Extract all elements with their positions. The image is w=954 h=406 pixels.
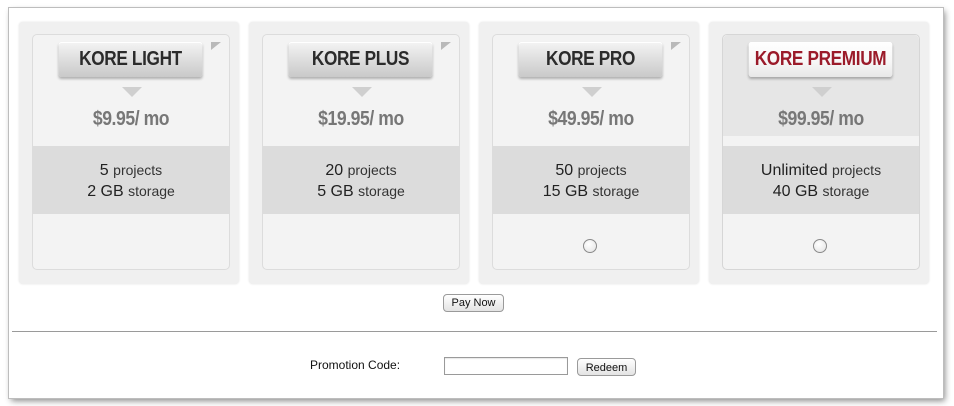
ribbon-fold-icon xyxy=(671,42,681,50)
plan-card-inner: KORE PLUS $19.95/ mo 20 projects 5 GB st… xyxy=(262,34,460,270)
plan-features: 20 projects 5 GB storage xyxy=(263,146,459,214)
down-arrow-icon xyxy=(122,87,142,97)
projects-line: 20 projects xyxy=(263,160,459,181)
storage-line: 15 GB storage xyxy=(493,181,689,202)
ribbon-fold-icon xyxy=(211,42,221,50)
plan-title: KORE PRO xyxy=(518,42,663,77)
storage-amount: 2 GB xyxy=(87,183,124,200)
projects-line: 50 projects xyxy=(493,160,689,181)
redeem-button[interactable]: Redeem xyxy=(577,358,636,376)
plan-features: Unlimited projects 40 GB storage xyxy=(723,146,919,214)
plan-price: $99.95/ mo xyxy=(778,108,864,130)
pay-now-button[interactable]: Pay Now xyxy=(443,294,504,312)
section-divider xyxy=(12,331,937,332)
projects-count: 5 xyxy=(99,162,109,179)
plan-features: 50 projects 15 GB storage xyxy=(493,146,689,214)
down-arrow-icon xyxy=(582,87,602,97)
plan-features: 5 projects 2 GB storage xyxy=(33,146,229,214)
plan-price: $9.95/ mo xyxy=(92,108,170,130)
projects-line: Unlimited projects xyxy=(723,160,919,181)
promotion-code-label: Promotion Code: xyxy=(310,358,401,372)
projects-count: 50 xyxy=(555,162,574,179)
plan-card-inner: KORE PRO $49.95/ mo 50 projects 15 GB st… xyxy=(492,34,690,270)
plan-card-inner: KORE PREMIUM $99.95/ mo Unlimited projec… xyxy=(722,34,920,270)
plan-radio-premium[interactable] xyxy=(813,239,827,253)
ribbon-fold-icon xyxy=(441,42,451,50)
storage-unit: storage xyxy=(128,183,175,199)
storage-line: 2 GB storage xyxy=(33,181,229,202)
plan-title: KORE PREMIUM xyxy=(748,42,893,77)
storage-amount: 5 GB xyxy=(317,183,354,200)
plan-card-inner: KORE LIGHT $9.95/ mo 5 projects 2 GB sto… xyxy=(32,34,230,270)
projects-count: 20 xyxy=(325,162,344,179)
down-arrow-icon xyxy=(352,87,372,97)
storage-line: 40 GB storage xyxy=(723,181,919,202)
plan-card-light: KORE LIGHT $9.95/ mo 5 projects 2 GB sto… xyxy=(19,22,239,284)
storage-unit: storage xyxy=(358,183,405,199)
plan-title: KORE LIGHT xyxy=(58,42,203,77)
plan-title: KORE PLUS xyxy=(288,42,433,77)
down-arrow-icon xyxy=(812,87,832,97)
storage-unit: storage xyxy=(822,183,870,199)
storage-amount: 40 GB xyxy=(772,183,819,200)
plan-card-pro: KORE PRO $49.95/ mo 50 projects 15 GB st… xyxy=(479,22,699,284)
promotion-code-input[interactable] xyxy=(444,357,568,375)
projects-unit: projects xyxy=(577,162,627,178)
storage-unit: storage xyxy=(592,183,640,199)
projects-unit: projects xyxy=(347,162,397,178)
plan-card-premium: KORE PREMIUM $99.95/ mo Unlimited projec… xyxy=(709,22,929,284)
plan-card-plus: KORE PLUS $19.95/ mo 20 projects 5 GB st… xyxy=(249,22,469,284)
pricing-panel: KORE LIGHT $9.95/ mo 5 projects 2 GB sto… xyxy=(9,8,943,398)
plan-list: KORE LIGHT $9.95/ mo 5 projects 2 GB sto… xyxy=(19,22,933,286)
storage-line: 5 GB storage xyxy=(263,181,459,202)
storage-amount: 15 GB xyxy=(542,183,589,200)
projects-count: Unlimited xyxy=(760,162,828,179)
plan-price: $19.95/ mo xyxy=(318,108,404,130)
plan-radio-pro[interactable] xyxy=(583,239,597,253)
plan-price: $49.95/ mo xyxy=(548,108,634,130)
projects-unit: projects xyxy=(113,162,163,178)
projects-line: 5 projects xyxy=(33,160,229,181)
projects-unit: projects xyxy=(832,162,882,178)
